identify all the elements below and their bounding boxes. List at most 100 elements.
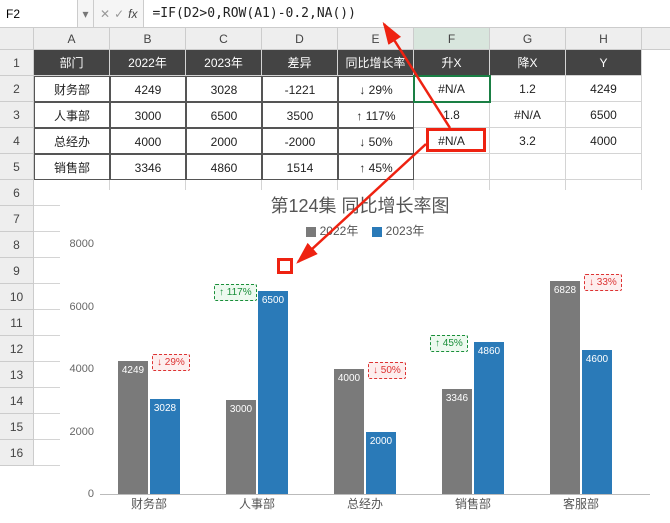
cell[interactable]: 6500 xyxy=(186,102,262,128)
column-header-g[interactable]: G xyxy=(490,28,566,49)
x-category-label: 总经办 xyxy=(320,495,410,512)
cell[interactable]: Y xyxy=(566,50,642,76)
cancel-icon[interactable]: ✕ xyxy=(100,7,110,21)
cell[interactable]: 4000 xyxy=(566,128,642,154)
cell[interactable]: 6500 xyxy=(566,102,642,128)
bar[interactable]: 4600 xyxy=(582,350,612,494)
cell[interactable]: 4249 xyxy=(110,76,186,102)
column-header-a[interactable]: A xyxy=(34,28,110,49)
cell[interactable]: ↓ 29% xyxy=(338,76,414,102)
cell[interactable]: 4249 xyxy=(566,76,642,102)
column-header-h[interactable]: H xyxy=(566,28,642,49)
cell[interactable]: 升X xyxy=(414,50,490,76)
row-header[interactable]: 10 xyxy=(0,284,34,310)
bar[interactable]: 6500 xyxy=(258,291,288,494)
bar[interactable]: 4860 xyxy=(474,342,504,494)
bar-group: 4249 3028 xyxy=(104,361,194,494)
row-header[interactable]: 6 xyxy=(0,180,34,206)
column-headers: ABCDEFGH xyxy=(0,28,670,50)
cell[interactable]: ↑ 117% xyxy=(338,102,414,128)
cell[interactable]: 1514 xyxy=(262,154,338,180)
bar-label: 3346 xyxy=(442,393,472,404)
bar[interactable]: 4000 xyxy=(334,369,364,494)
bar[interactable]: 2000 xyxy=(366,432,396,495)
cell[interactable]: 部门 xyxy=(34,50,110,76)
cell[interactable]: 人事部 xyxy=(34,102,110,128)
cell[interactable]: 3500 xyxy=(262,102,338,128)
cell[interactable]: 2000 xyxy=(186,128,262,154)
row-header[interactable]: 12 xyxy=(0,336,34,362)
bar-label: 4249 xyxy=(118,365,148,376)
column-header-e[interactable]: E xyxy=(338,28,414,49)
row-header[interactable]: 8 xyxy=(0,232,34,258)
cell[interactable]: 总经办 xyxy=(34,128,110,154)
row-header[interactable]: 2 xyxy=(0,76,34,102)
bar[interactable]: 4249 xyxy=(118,361,148,494)
cell[interactable]: 1.8 xyxy=(414,102,490,128)
bar[interactable]: 6828 xyxy=(550,281,580,494)
row-header[interactable]: 1 xyxy=(0,50,34,76)
name-box-dropdown-icon[interactable]: ▾ xyxy=(78,0,94,27)
legend-swatch-2022 xyxy=(306,227,316,237)
pct-badge: ↓ 50% xyxy=(368,362,406,379)
name-box[interactable]: F2 xyxy=(0,0,78,27)
cell[interactable]: 3028 xyxy=(186,76,262,102)
cell[interactable]: 3.2 xyxy=(490,128,566,154)
legend-label-2022: 2022年 xyxy=(320,224,359,238)
column-header-d[interactable]: D xyxy=(262,28,338,49)
cell[interactable]: 4860 xyxy=(186,154,262,180)
formula-input[interactable]: =IF(D2>0,ROW(A1)-0.2,NA()) xyxy=(144,0,670,27)
cell[interactable]: 降X xyxy=(490,50,566,76)
bar-label: 3028 xyxy=(150,403,180,414)
cell[interactable]: ↑ 45% xyxy=(338,154,414,180)
row-header[interactable]: 5 xyxy=(0,154,34,180)
cell[interactable]: 3000 xyxy=(110,102,186,128)
bar-group: 30006500 xyxy=(212,291,302,494)
select-all-corner[interactable] xyxy=(0,28,34,49)
row-header[interactable]: 14 xyxy=(0,388,34,414)
row-header[interactable]: 3 xyxy=(0,102,34,128)
cell[interactable]: 差异 xyxy=(262,50,338,76)
row-header[interactable]: 16 xyxy=(0,440,34,466)
chart[interactable]: 第124集 同比增长率图 2022年 2023年 020004000600080… xyxy=(60,190,660,510)
cell[interactable]: 1.2 xyxy=(490,76,566,102)
formula-buttons: ✕ ✓ fx xyxy=(94,0,144,27)
cell[interactable] xyxy=(490,154,566,180)
cell[interactable]: ↓ 50% xyxy=(338,128,414,154)
fx-icon[interactable]: fx xyxy=(128,7,137,21)
bar[interactable]: 3346 xyxy=(442,389,472,494)
cell[interactable]: #N/A xyxy=(490,102,566,128)
row-header[interactable]: 4 xyxy=(0,128,34,154)
cell[interactable]: 4000 xyxy=(110,128,186,154)
cell[interactable]: -2000 xyxy=(262,128,338,154)
cell[interactable]: -1221 xyxy=(262,76,338,102)
row-header[interactable]: 11 xyxy=(0,310,34,336)
cell[interactable]: #N/A xyxy=(414,76,490,102)
cell[interactable]: 同比增长率 xyxy=(338,50,414,76)
bar-label: 6828 xyxy=(550,285,580,296)
cell[interactable]: #N/A xyxy=(414,128,490,154)
bar[interactable]: 3000 xyxy=(226,400,256,494)
row-header[interactable]: 15 xyxy=(0,414,34,440)
x-category-label: 财务部 xyxy=(104,495,194,512)
bar[interactable]: 3028 xyxy=(150,399,180,494)
chart-legend: 2022年 2023年 xyxy=(60,222,660,239)
cell[interactable]: 财务部 xyxy=(34,76,110,102)
row-header[interactable]: 7 xyxy=(0,206,34,232)
pct-badge: ↓ 33% xyxy=(584,274,622,291)
pct-badge: ↑ 117% xyxy=(214,284,257,301)
cell[interactable] xyxy=(414,154,490,180)
column-header-f[interactable]: F xyxy=(414,28,490,49)
y-tick: 8000 xyxy=(64,238,94,250)
cell[interactable] xyxy=(566,154,642,180)
column-header-c[interactable]: C xyxy=(186,28,262,49)
row-header[interactable]: 9 xyxy=(0,258,34,284)
cell[interactable]: 2023年 xyxy=(186,50,262,76)
cell[interactable]: 销售部 xyxy=(34,154,110,180)
enter-icon[interactable]: ✓ xyxy=(114,7,124,21)
row-header[interactable]: 13 xyxy=(0,362,34,388)
cell[interactable]: 3346 xyxy=(110,154,186,180)
cell[interactable]: 2022年 xyxy=(110,50,186,76)
bar-label: 2000 xyxy=(366,436,396,447)
column-header-b[interactable]: B xyxy=(110,28,186,49)
